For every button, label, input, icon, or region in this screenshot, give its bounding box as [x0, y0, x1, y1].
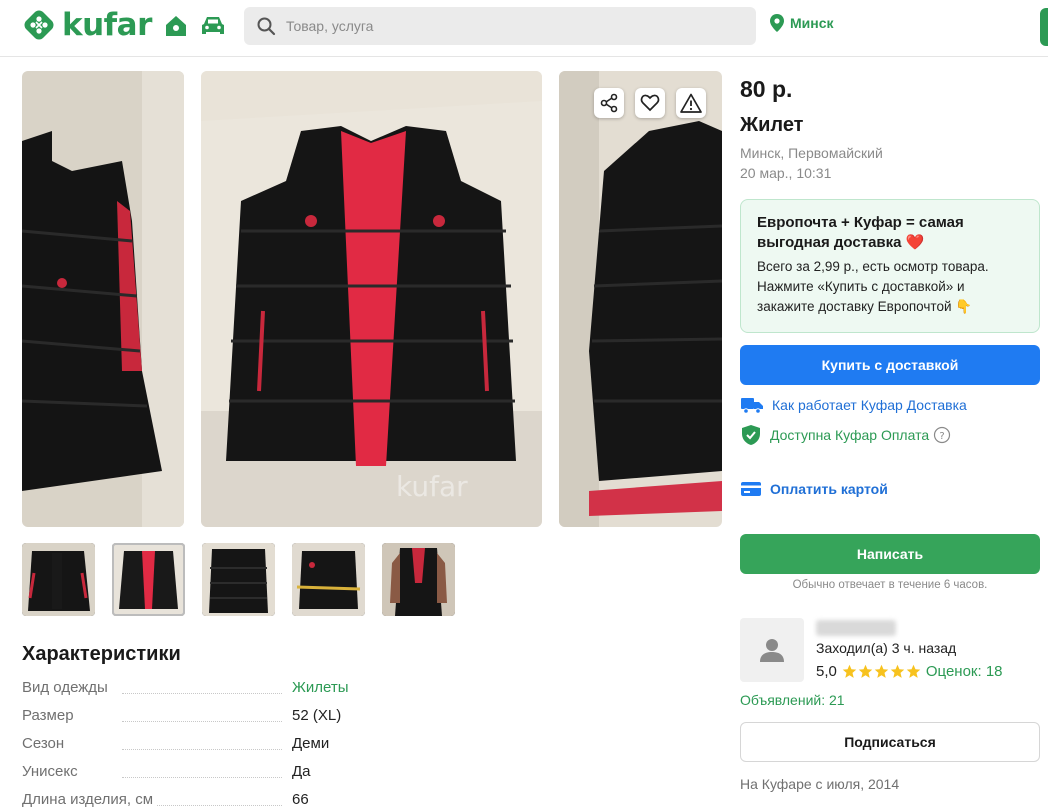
thumbnail[interactable]: [292, 543, 365, 616]
price: 80 р.: [740, 76, 793, 102]
thumbnail[interactable]: [382, 543, 455, 616]
search-icon: [257, 17, 276, 36]
kufar-logo-icon: [24, 10, 54, 40]
credit-card-icon: [741, 482, 761, 496]
truck-icon: [741, 398, 763, 414]
user-icon: [760, 639, 784, 662]
star-icon: [874, 664, 889, 678]
seller-name-blurred[interactable]: [816, 620, 896, 636]
spec-row: Размер 52 (XL): [22, 707, 362, 727]
watermark: kufar: [396, 470, 468, 503]
payment-available-info: Доступна Куфар Оплата ?: [740, 424, 951, 446]
shield-check-icon: [742, 425, 760, 445]
share-button[interactable]: [594, 88, 624, 118]
thumbnail[interactable]: [202, 543, 275, 616]
search-input[interactable]: [286, 18, 726, 34]
help-icon[interactable]: ?: [933, 426, 951, 444]
listing-title: Жилет: [740, 114, 804, 136]
header: kufar Минск: [0, 0, 1048, 57]
star-icon: [858, 664, 873, 678]
spec-row: Вид одежды Жилеты: [22, 679, 362, 699]
spec-key: Вид одежды: [22, 679, 112, 696]
spec-value: Деми: [288, 735, 330, 752]
seller-rating: 5,0 Оценок: 18: [816, 663, 1003, 680]
spec-leader: [122, 777, 282, 778]
favorite-button[interactable]: [635, 88, 665, 118]
listing-date: 20 мар., 10:31: [740, 165, 832, 181]
pay-by-card-link[interactable]: Оплатить картой: [740, 480, 888, 498]
thumbnail[interactable]: [22, 543, 95, 616]
subscribe-button[interactable]: Подписаться: [740, 722, 1040, 762]
spec-value-link[interactable]: Жилеты: [288, 679, 349, 696]
spec-key: Унисекс: [22, 763, 82, 780]
warning-icon: [680, 93, 702, 113]
star-icon: [842, 664, 857, 678]
vest-photo-image: kufar: [22, 71, 184, 527]
spec-value: Да: [288, 763, 311, 780]
star-icon: [906, 664, 921, 678]
spec-value: 52 (XL): [288, 707, 342, 724]
seller-ads-link[interactable]: Объявлений: 21: [740, 692, 845, 708]
kufar-logo[interactable]: kufar: [22, 7, 152, 43]
spec-key: Размер: [22, 707, 78, 724]
home-icon[interactable]: [162, 12, 190, 40]
pay-by-card-label: Оплатить картой: [770, 481, 888, 497]
promo-text: Всего за 2,99 р., есть осмотр товара. На…: [757, 259, 989, 314]
header-action-button[interactable]: [1040, 8, 1048, 46]
delivery-info-label: Как работает Куфар Доставка: [772, 397, 967, 413]
spec-leader: [122, 721, 282, 722]
reviews-link[interactable]: Оценок: 18: [926, 663, 1003, 680]
search-bar[interactable]: [244, 7, 756, 45]
spec-row: Сезон Деми: [22, 735, 362, 755]
buy-with-delivery-button[interactable]: Купить с доставкой: [740, 345, 1040, 385]
thumbnail-active[interactable]: [112, 543, 185, 616]
promo-heading: Европочта + Куфар = самая выгодная доста…: [757, 214, 964, 251]
delivery-promo-banner: Европочта + Куфар = самая выгодная доста…: [740, 199, 1040, 333]
vest-photo-image: kufar: [201, 71, 542, 527]
reply-time-note: Обычно отвечает в течение 6 часов.: [792, 579, 988, 591]
spec-value: 66: [288, 791, 309, 808]
seller-since: На Куфаре с июля, 2014: [740, 776, 900, 792]
delivery-info-link[interactable]: Как работает Куфар Доставка: [740, 396, 967, 414]
write-message-button[interactable]: Написать: [740, 534, 1040, 574]
payment-available-label: Доступна Куфар Оплата: [770, 427, 930, 443]
photo-main[interactable]: kufar: [201, 71, 542, 527]
photo-gallery[interactable]: kufar kufar: [22, 71, 722, 527]
spec-leader: [122, 693, 282, 694]
photo-next[interactable]: [559, 71, 722, 527]
car-icon[interactable]: [199, 12, 227, 40]
seller-last-seen: Заходил(а) 3 ч. назад: [816, 640, 957, 656]
spec-key: Сезон: [22, 735, 69, 752]
rating-stars: [842, 664, 921, 679]
share-icon: [600, 93, 618, 113]
city-name: Минск: [790, 15, 834, 31]
rating-value: 5,0: [816, 663, 837, 680]
vest-photo-image: [559, 71, 722, 527]
location-pin-icon: [770, 14, 784, 32]
spec-row: Длина изделия, см 66: [22, 791, 362, 811]
specs-title: Характеристики: [22, 643, 181, 665]
city-selector[interactable]: Минск: [770, 14, 834, 32]
thumbnail-strip: [22, 543, 455, 616]
spec-row: Унисекс Да: [22, 763, 362, 783]
logo-text: kufar: [62, 7, 152, 43]
listing-location: Минск, Первомайский: [740, 145, 883, 161]
svg-text:?: ?: [939, 431, 944, 442]
photo-previous[interactable]: kufar: [22, 71, 184, 527]
spec-leader: [122, 749, 282, 750]
seller-avatar[interactable]: [740, 618, 804, 682]
report-button[interactable]: [676, 88, 706, 118]
star-icon: [890, 664, 905, 678]
spec-key: Длина изделия, см: [22, 791, 158, 808]
heart-icon: [640, 94, 660, 112]
